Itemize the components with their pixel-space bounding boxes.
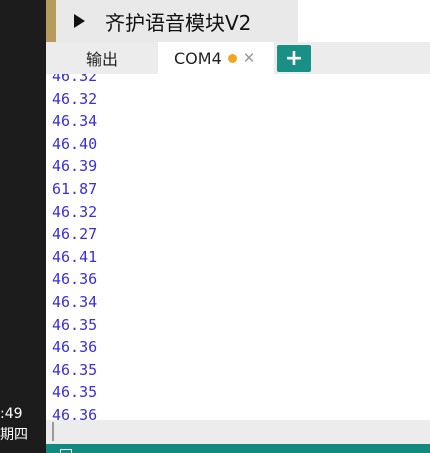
unsaved-dot-icon [227, 53, 237, 63]
output-line: 46.34 [52, 112, 98, 131]
clock-time: :49 [0, 406, 23, 422]
clock-day: 期四 [0, 427, 28, 443]
tab-output-label: 输出 [85, 50, 118, 69]
tab-com4[interactable]: COM4 ✕ [158, 42, 274, 74]
output-line: 46.35 [52, 360, 98, 379]
output-line: 46.35 [52, 383, 98, 402]
tab-bar: 输出 COM4 ✕ + [46, 42, 430, 74]
run-title-button[interactable]: 齐护语音模块V2 [56, 0, 298, 42]
output-line: 46.41 [52, 247, 98, 266]
output-line: 46.34 [52, 292, 98, 311]
output-line: 46.32 [52, 89, 98, 108]
input-gutter [46, 420, 430, 444]
status-icon [60, 449, 72, 453]
play-icon[interactable] [74, 14, 85, 28]
tab-com4-label: COM4 [174, 48, 222, 68]
serial-output-panel[interactable]: 46.32 46.32 46.34 46.40 46.39 61.87 46.3… [46, 74, 430, 420]
output-line: 46.39 [52, 157, 98, 176]
close-icon[interactable]: ✕ [243, 49, 256, 67]
add-tab-button[interactable]: + [277, 45, 311, 72]
output-line: 46.27 [52, 225, 98, 244]
taskbar-clock[interactable]: :49 期四 [0, 404, 46, 446]
output-line: 46.32 [52, 74, 98, 85]
cursor-bar [52, 422, 54, 441]
output-line: 46.36 [52, 338, 98, 357]
tab-output[interactable]: 输出 [46, 42, 158, 74]
serial-output-list: 46.32 46.32 46.34 46.40 46.39 61.87 46.3… [52, 74, 97, 420]
output-line: 46.32 [52, 202, 98, 221]
output-line: 46.36 [52, 270, 98, 289]
output-line: 46.36 [52, 405, 98, 420]
app-title: 齐护语音模块V2 [105, 10, 252, 35]
title-bar: 齐护语音模块V2 [46, 0, 430, 42]
output-line: 61.87 [52, 179, 98, 198]
output-line: 46.35 [52, 315, 98, 334]
os-taskbar: :49 期四 [0, 0, 46, 453]
output-line: 46.40 [52, 134, 98, 153]
status-bar [46, 444, 430, 453]
accent-bar [46, 0, 56, 42]
